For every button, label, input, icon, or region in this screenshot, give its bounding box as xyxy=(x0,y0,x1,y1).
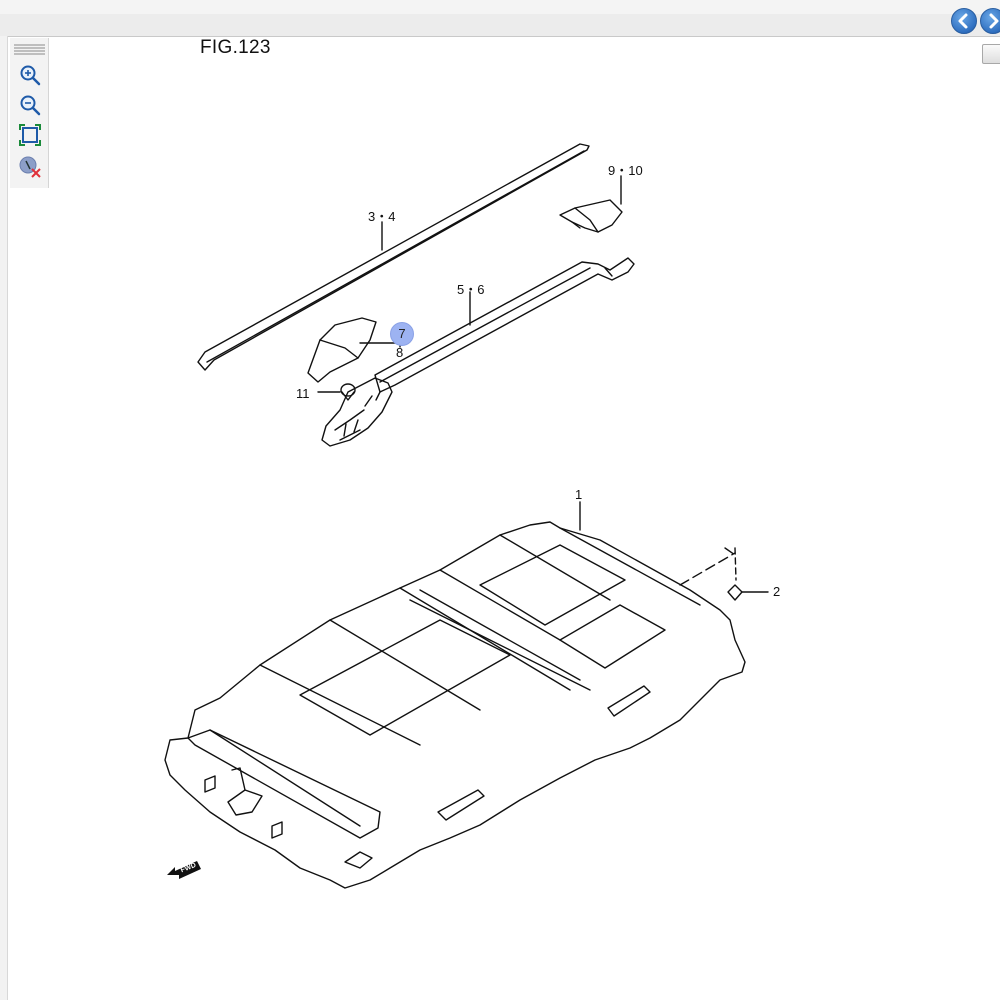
callout-8[interactable]: 8 xyxy=(396,345,403,360)
headliner xyxy=(164,501,769,889)
parts-diagram xyxy=(164,143,769,889)
fwd-direction-indicator: FWD xyxy=(165,855,205,881)
callout-7-highlighted[interactable]: 7 xyxy=(390,322,414,346)
rail-end-cap xyxy=(559,175,623,233)
callout-1[interactable]: 1 xyxy=(575,487,582,502)
rail-front-cap xyxy=(307,317,401,383)
callout-9-10[interactable]: 9・10 xyxy=(608,160,643,179)
callout-2[interactable]: 2 xyxy=(773,584,780,599)
fwd-arrow-icon: FWD xyxy=(167,861,201,879)
callout-3-4[interactable]: 3・4 xyxy=(368,206,395,225)
callout-5-6[interactable]: 5・6 xyxy=(457,279,484,298)
callout-11[interactable]: 11 xyxy=(296,386,310,401)
